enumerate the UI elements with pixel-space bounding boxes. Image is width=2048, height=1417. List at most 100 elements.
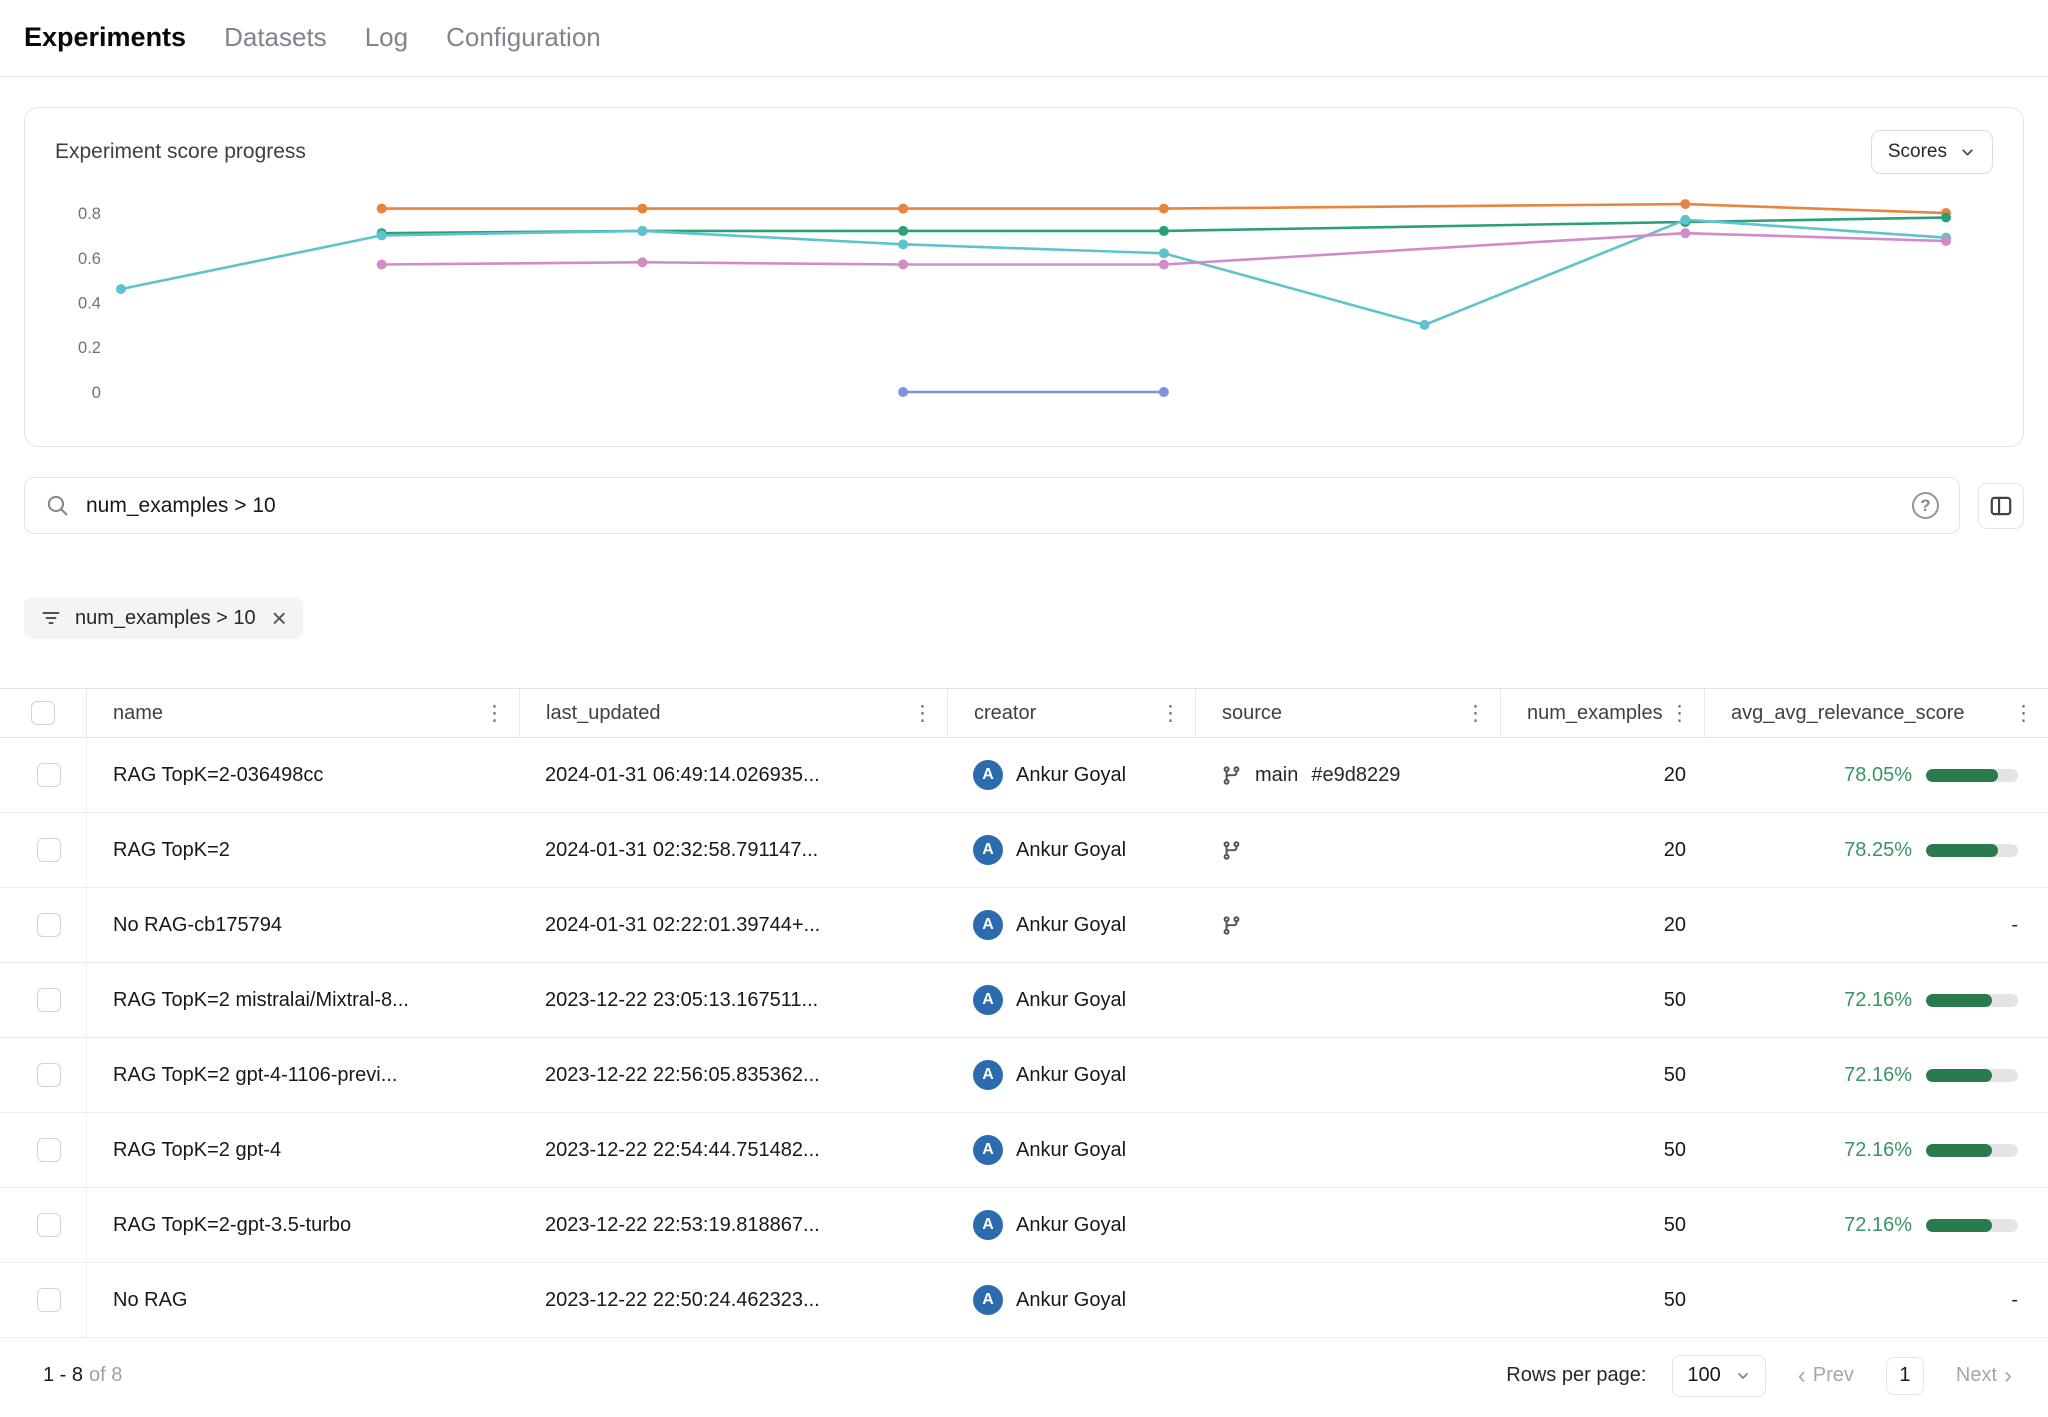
tab-datasets[interactable]: Datasets [224,22,327,53]
column-menu-icon[interactable]: ⋮ [912,701,933,726]
relevance-score-value: 72.16% [1844,1214,1912,1237]
tab-log[interactable]: Log [365,22,408,53]
search-icon [45,493,70,518]
chart-point-teal [1159,248,1169,258]
table-row[interactable]: RAG TopK=2 gpt-4-1106-previ... 2023-12-2… [0,1038,2048,1113]
chart-point-teal [1420,320,1430,330]
filter-chip-row: num_examples > 10 × [24,597,2024,639]
last-updated-value: 2023-12-22 22:56:05.835362... [545,1064,820,1087]
row-checkbox[interactable] [37,763,61,787]
column-menu-icon[interactable]: ⋮ [1669,701,1690,726]
chart-point-teal [898,239,908,249]
filter-chip-label: num_examples > 10 [75,607,256,630]
tab-experiments[interactable]: Experiments [24,22,186,53]
git-branch-icon [1221,915,1242,936]
tab-configuration[interactable]: Configuration [446,22,601,53]
select-all-checkbox[interactable] [31,701,55,725]
chart-line-teal [121,220,1946,325]
column-menu-icon[interactable]: ⋮ [484,701,505,726]
table-row[interactable]: RAG TopK=2 mistralai/Mixtral-8... 2023-1… [0,963,2048,1038]
source-branch-name: main [1255,764,1298,787]
column-menu-icon[interactable]: ⋮ [1465,701,1486,726]
table-row[interactable]: No RAG 2023-12-22 22:50:24.462323... A A… [0,1263,2048,1338]
filter-chip[interactable]: num_examples > 10 × [24,597,303,639]
creator-name: Ankur Goyal [1016,1214,1126,1237]
next-page-button[interactable]: Next› [1950,1363,2018,1389]
relevance-score-value: 72.16% [1844,989,1912,1012]
row-checkbox[interactable] [37,1138,61,1162]
table-row[interactable]: No RAG-cb175794 2024-01-31 02:22:01.3974… [0,888,2048,963]
chart-point-pink [1680,228,1690,238]
chart-point-green [898,226,908,236]
relevance-score-empty: - [2011,1289,2018,1312]
chart-title: Experiment score progress [55,140,306,164]
chart-point-green [1941,213,1951,223]
rows-per-page-value: 100 [1687,1364,1720,1387]
last-updated-value: 2024-01-31 06:49:14.026935... [545,764,820,787]
row-checkbox[interactable] [37,988,61,1012]
table-row[interactable]: RAG TopK=2-036498cc 2024-01-31 06:49:14.… [0,738,2048,813]
creator-name: Ankur Goyal [1016,764,1126,787]
row-count: 1 - 8of 8 [43,1364,122,1387]
chart-point-purple [1159,387,1169,397]
experiment-name[interactable]: RAG TopK=2 gpt-4 [113,1139,281,1162]
filter-chip-close-icon[interactable]: × [272,605,287,631]
table-row[interactable]: RAG TopK=2-gpt-3.5-turbo 2023-12-22 22:5… [0,1188,2048,1263]
experiment-name[interactable]: RAG TopK=2 gpt-4-1106-previ... [113,1064,397,1087]
column-menu-icon[interactable]: ⋮ [1160,701,1181,726]
chart-point-orange [637,204,647,214]
table-row[interactable]: RAG TopK=2 2024-01-31 02:32:58.791147...… [0,813,2048,888]
chart-point-teal [1680,215,1690,225]
relevance-score-value: 72.16% [1844,1139,1912,1162]
column-header-last-updated: last_updated [546,702,661,725]
relevance-score-bar [1926,1144,2018,1157]
avatar: A [973,1285,1003,1315]
experiment-name[interactable]: RAG TopK=2 [113,839,230,862]
row-checkbox[interactable] [37,913,61,937]
search-input[interactable] [84,493,1898,519]
column-menu-icon[interactable]: ⋮ [2013,701,2034,726]
last-updated-value: 2023-12-22 23:05:13.167511... [545,989,818,1012]
scores-dropdown-button[interactable]: Scores [1871,130,1993,174]
avatar: A [973,760,1003,790]
experiment-name[interactable]: RAG TopK=2 mistralai/Mixtral-8... [113,989,409,1012]
relevance-score-bar-fill [1926,1069,1992,1082]
rows-per-page-select[interactable]: 100 [1672,1355,1765,1397]
experiment-name[interactable]: RAG TopK=2-036498cc [113,764,323,787]
relevance-score-bar [1926,1219,2018,1232]
row-checkbox[interactable] [37,1213,61,1237]
chart-point-pink [1159,259,1169,269]
experiment-name[interactable]: RAG TopK=2-gpt-3.5-turbo [113,1214,351,1237]
experiments-table: name⋮ last_updated⋮ creator⋮ source⋮ num… [0,688,2048,1338]
experiment-name[interactable]: No RAG-cb175794 [113,914,282,937]
row-range: 1 - 8 [43,1364,83,1386]
row-checkbox[interactable] [37,1063,61,1087]
num-examples-value: 20 [1664,764,1686,787]
columns-toggle-button[interactable] [1978,483,2024,529]
num-examples-value: 50 [1664,1214,1686,1237]
avatar: A [973,1135,1003,1165]
column-header-num-examples: num_examples [1527,702,1663,725]
help-icon[interactable]: ? [1912,492,1939,519]
current-page-button[interactable]: 1 [1886,1357,1924,1395]
experiment-name[interactable]: No RAG [113,1289,187,1312]
creator-name: Ankur Goyal [1016,1289,1126,1312]
num-examples-value: 50 [1664,989,1686,1012]
search-box[interactable]: ? [24,477,1960,534]
column-header-score: avg_avg_relevance_score [1731,702,1965,725]
chart-point-orange [1159,204,1169,214]
row-checkbox[interactable] [37,1288,61,1312]
num-examples-value: 50 [1664,1139,1686,1162]
relevance-score-empty: - [2011,914,2018,937]
column-header-source: source [1222,702,1282,725]
row-checkbox[interactable] [37,838,61,862]
chart-point-pink [898,259,908,269]
chevron-right-icon: › [2004,1364,2012,1388]
filter-icon [40,607,62,629]
last-updated-value: 2023-12-22 22:53:19.818867... [545,1214,820,1237]
last-updated-value: 2023-12-22 22:50:24.462323... [545,1289,820,1312]
table-row[interactable]: RAG TopK=2 gpt-4 2023-12-22 22:54:44.751… [0,1113,2048,1188]
y-axis-tick-label: 0.2 [78,339,101,357]
prev-page-button[interactable]: ‹Prev [1792,1363,1860,1389]
table-body: RAG TopK=2-036498cc 2024-01-31 06:49:14.… [0,738,2048,1338]
